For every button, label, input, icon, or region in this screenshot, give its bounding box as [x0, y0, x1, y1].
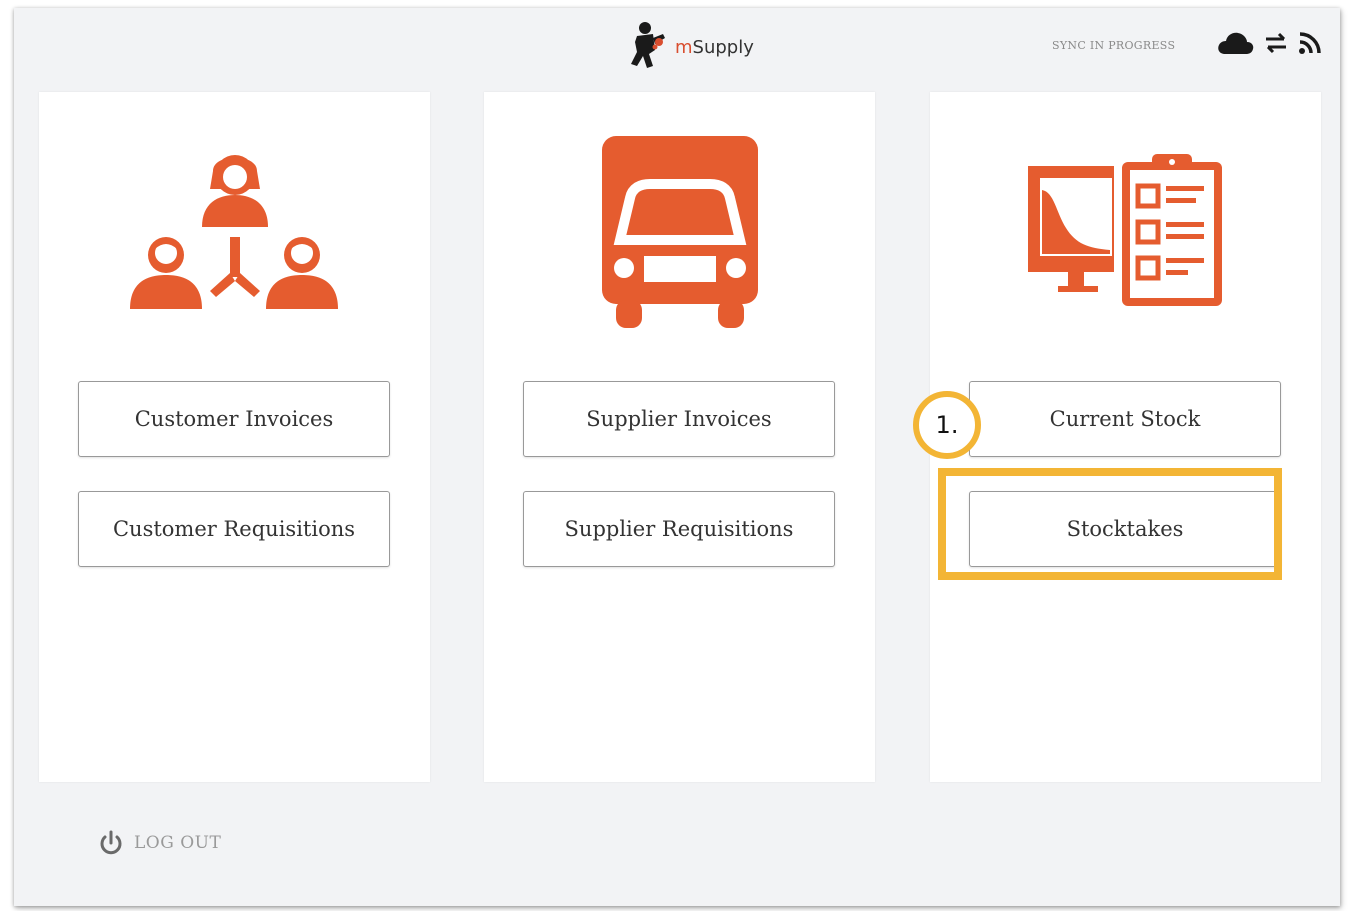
stock-panel: Current Stock Stocktakes	[930, 92, 1321, 782]
logo-text: mSupply	[675, 36, 754, 58]
stock-clipboard-icon	[1027, 154, 1226, 310]
current-stock-button[interactable]: Current Stock	[969, 381, 1281, 457]
status-icons	[1216, 28, 1322, 58]
truck-icon-wrap	[484, 122, 875, 342]
customers-network-icon-wrap	[39, 122, 430, 342]
customer-panel: Customer Invoices Customer Requisitions	[39, 92, 430, 782]
supplier-requisitions-button[interactable]: Supplier Requisitions	[523, 491, 835, 567]
stocktakes-highlight	[938, 468, 1282, 580]
customer-invoices-button[interactable]: Customer Invoices	[78, 381, 390, 457]
stock-clipboard-icon-wrap	[930, 122, 1321, 342]
step-number-badge: 1.	[913, 391, 981, 459]
cloud-icon	[1218, 32, 1254, 54]
logout-label: LOG OUT	[134, 833, 222, 853]
feed-icon	[1299, 32, 1321, 54]
msupply-logo: mSupply	[625, 16, 755, 76]
power-icon	[100, 830, 122, 855]
customer-requisitions-button[interactable]: Customer Requisitions	[78, 491, 390, 567]
supplier-invoices-button[interactable]: Supplier Invoices	[523, 381, 835, 457]
app-window: mSupply SYNC IN PROGRESS Customer Invoic…	[14, 8, 1340, 906]
truck-icon	[601, 136, 758, 328]
mascot-icon	[631, 22, 665, 68]
customers-network-icon	[129, 155, 338, 309]
supplier-panel: Supplier Invoices Supplier Requisitions	[484, 92, 875, 782]
logout-button[interactable]: LOG OUT	[98, 830, 221, 856]
sync-status-text: SYNC IN PROGRESS	[1052, 39, 1176, 52]
sync-arrows-icon	[1266, 32, 1286, 54]
